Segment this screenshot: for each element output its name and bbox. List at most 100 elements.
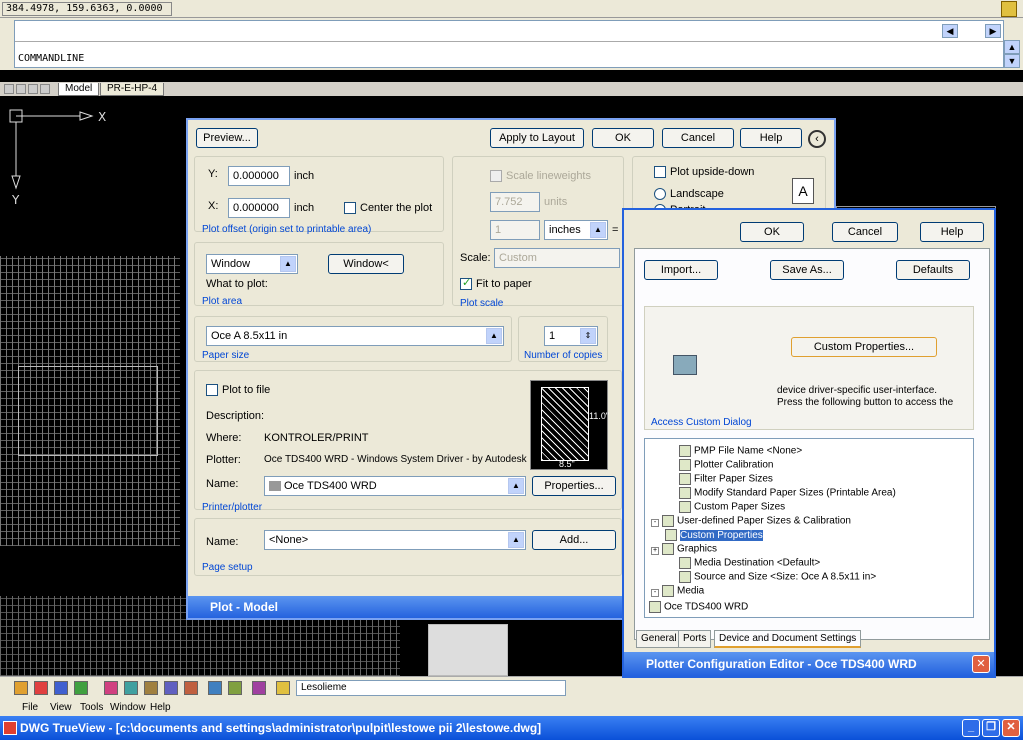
- fit-to-paper-checkbox[interactable]: ✓: [460, 277, 472, 290]
- scroll-down-icon[interactable]: ▼: [1004, 54, 1020, 68]
- tab-prev-icon[interactable]: [16, 84, 26, 94]
- cancel-button[interactable]: Cancel: [662, 128, 734, 148]
- properties-icon[interactable]: [252, 681, 266, 695]
- tab-ports[interactable]: Ports: [678, 630, 712, 648]
- tree-node[interactable]: Modify Standard Paper Sizes (Printable A…: [679, 487, 896, 499]
- printer-config-icon: [673, 355, 697, 375]
- markup-icon[interactable]: [228, 681, 242, 695]
- paper-width-label: 8.5": [559, 459, 575, 469]
- scroll-right-icon[interactable]: ▶: [985, 24, 1001, 38]
- tree-node[interactable]: Source and Size <Size: Oce A 8.5x11 in>: [679, 571, 876, 583]
- landscape-radio[interactable]: [654, 188, 666, 200]
- collapse-icon[interactable]: -: [651, 588, 659, 597]
- printer-title: Printer/plotter: [202, 502, 263, 513]
- tree-node[interactable]: Filter Paper Sizes: [679, 473, 773, 485]
- pan-icon[interactable]: [14, 681, 28, 695]
- apply-to-layout-button[interactable]: Apply to Layout: [490, 128, 584, 148]
- ok-button[interactable]: OK: [592, 128, 654, 148]
- tab-first-icon[interactable]: [4, 84, 14, 94]
- layer-state-icon[interactable]: [276, 681, 290, 695]
- settings-tree[interactable]: PMP File Name <None> Plotter Calibration…: [644, 438, 974, 618]
- layers-icon[interactable]: [144, 681, 158, 695]
- minimize-button[interactable]: _: [962, 719, 980, 737]
- x-label: X:: [208, 200, 219, 212]
- close-icon[interactable]: ✕: [972, 655, 990, 673]
- plot-icon[interactable]: [164, 681, 178, 695]
- custom-dialog-group: Custom Properties... device driver-speci…: [644, 306, 974, 430]
- y-offset-input[interactable]: 0.000000: [228, 166, 290, 186]
- tab-last-icon[interactable]: [40, 84, 50, 94]
- tab-next-icon[interactable]: [28, 84, 38, 94]
- print-preview-icon[interactable]: [184, 681, 198, 695]
- layer-dropdown[interactable]: Lesolieme: [296, 680, 566, 696]
- copies-input[interactable]: 1 ⇕: [544, 326, 598, 346]
- collapse-icon[interactable]: -: [651, 518, 659, 527]
- command-line[interactable]: COMMANDLINE: [14, 20, 1004, 68]
- cad-room: [18, 366, 158, 456]
- help-button[interactable]: Help: [740, 128, 802, 148]
- defaults-button[interactable]: Defaults: [896, 260, 970, 280]
- center-plot-checkbox[interactable]: [344, 202, 356, 214]
- measure-icon[interactable]: [124, 681, 138, 695]
- window-button[interactable]: Window<: [328, 254, 404, 274]
- tree-node[interactable]: - User-defined Paper Sizes & Calibration: [651, 515, 851, 527]
- pce-help-button[interactable]: Help: [920, 222, 984, 242]
- media-folder-icon: [662, 585, 674, 597]
- plot-to-file-checkbox[interactable]: [206, 384, 218, 396]
- zoom-previous-icon[interactable]: [74, 681, 88, 695]
- menu-help[interactable]: Help: [150, 702, 171, 713]
- printer-name-dropdown[interactable]: Oce TDS400 WRD ▲: [264, 476, 526, 496]
- chevron-down-icon: ▲: [508, 532, 524, 548]
- x-offset-input[interactable]: 0.000000: [228, 198, 290, 218]
- tree-node[interactable]: Custom Paper Sizes: [679, 501, 785, 513]
- save-as-button[interactable]: Save As...: [770, 260, 844, 280]
- tree-node[interactable]: Plotter Calibration: [679, 459, 773, 471]
- svg-text:X: X: [98, 110, 106, 124]
- menu-tools[interactable]: Tools: [80, 702, 103, 713]
- tab-device-settings[interactable]: Device and Document Settings: [714, 630, 862, 648]
- add-button[interactable]: Add...: [532, 530, 616, 550]
- where-value: KONTROLER/PRINT: [264, 432, 369, 444]
- menu-window[interactable]: Window: [110, 702, 146, 713]
- expand-icon[interactable]: +: [651, 546, 659, 555]
- plotter-config-editor: OK Cancel Help Import... Save As... Defa…: [622, 208, 996, 678]
- command-line-panel: COMMANDLINE ◀ ▶ ▲ ▼: [0, 18, 1023, 70]
- zoom-window-icon[interactable]: [54, 681, 68, 695]
- paper-size-dropdown[interactable]: Oce A 8.5x11 in ▲: [206, 326, 504, 346]
- scroll-up-icon[interactable]: ▲: [1004, 40, 1020, 54]
- tab-general[interactable]: General: [636, 630, 682, 648]
- properties-icon: [665, 529, 677, 541]
- zoom-icon[interactable]: [34, 681, 48, 695]
- preview-button[interactable]: Preview...: [196, 128, 258, 148]
- pce-cancel-button[interactable]: Cancel: [832, 222, 898, 242]
- paper-height-label: 11.0": [589, 411, 610, 421]
- what-to-plot-dropdown[interactable]: Window ▲: [206, 254, 298, 274]
- publish-icon[interactable]: [208, 681, 222, 695]
- restore-button[interactable]: ❐: [982, 719, 1000, 737]
- tree-node[interactable]: PMP File Name <None>: [679, 445, 802, 457]
- orbit-icon[interactable]: [104, 681, 118, 695]
- custom-properties-button[interactable]: Custom Properties...: [791, 337, 937, 357]
- tray-icon[interactable]: [1001, 1, 1017, 17]
- page-setup-dropdown[interactable]: <None> ▲: [264, 530, 526, 550]
- tree-node[interactable]: Oce TDS400 WRD: [649, 601, 748, 613]
- pce-ok-button[interactable]: OK: [740, 222, 804, 242]
- tree-node[interactable]: Media Destination <Default>: [679, 557, 820, 569]
- properties-button[interactable]: Properties...: [532, 476, 616, 496]
- spinner-icon[interactable]: ⇕: [580, 328, 596, 344]
- menu-file[interactable]: File: [22, 702, 38, 713]
- expand-icon[interactable]: ‹: [808, 130, 826, 148]
- units-dropdown[interactable]: inches ▲: [544, 220, 608, 240]
- import-button[interactable]: Import...: [644, 260, 718, 280]
- tree-node[interactable]: + Graphics: [651, 543, 717, 555]
- close-button[interactable]: ✕: [1002, 719, 1020, 737]
- menu-view[interactable]: View: [50, 702, 72, 713]
- tab-model[interactable]: Model: [58, 83, 100, 96]
- tree-node[interactable]: - Media: [651, 585, 704, 597]
- tab-layout[interactable]: PR-E-HP-4: [100, 83, 165, 96]
- plot-upside-down-checkbox[interactable]: [654, 166, 666, 178]
- tree-node[interactable]: Custom Properties: [665, 529, 763, 541]
- scroll-left-icon[interactable]: ◀: [942, 24, 958, 38]
- app-icon: [3, 721, 17, 735]
- plot-offset-title: Plot offset (origin set to printable are…: [202, 224, 372, 235]
